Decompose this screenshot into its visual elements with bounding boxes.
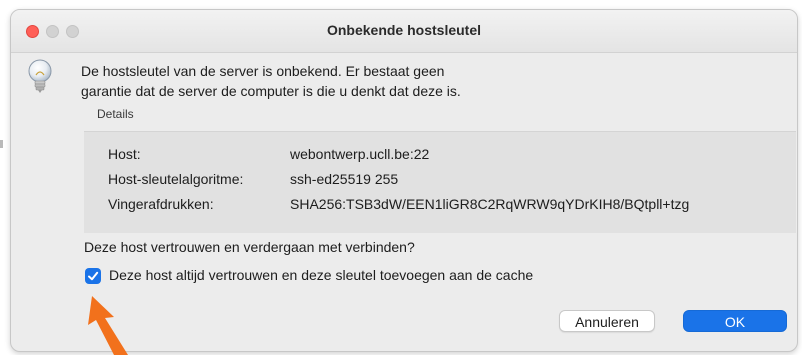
detail-value-host: webontwerp.ucll.be:22 — [290, 146, 430, 162]
screen: Onbekende hostsleutel De hostsleutel van… — [0, 0, 802, 355]
detail-key-algorithm: Host-sleutelalgoritme: — [108, 171, 244, 187]
title-bar[interactable]: Onbekende hostsleutel — [11, 10, 797, 53]
background-edge-mark — [0, 140, 3, 148]
detail-value-algorithm: ssh-ed25519 255 — [290, 171, 399, 187]
dialog-title: Onbekende hostsleutel — [326, 22, 482, 38]
message-line-2: garantie dat de server de computer is di… — [81, 83, 461, 99]
detail-key-fingerprint: Vingerafdrukken: — [108, 196, 214, 212]
ok-button[interactable]: OK — [683, 310, 787, 332]
message-line-1: De hostsleutel van de server is onbekend… — [81, 63, 445, 79]
details-box: Host: webontwerp.ucll.be:22 Host-sleutel… — [84, 131, 796, 233]
details-label: Details — [97, 107, 134, 121]
cancel-button[interactable]: Annuleren — [559, 310, 655, 332]
trust-question: Deze host vertrouwen en verdergaan met v… — [84, 239, 415, 255]
detail-key-host: Host: — [108, 146, 141, 162]
trust-checkbox[interactable] — [85, 268, 101, 284]
detail-value-fingerprint: SHA256:TSB3dW/EEN1liGR8C2RqWRW9qYDrKIH8/… — [290, 196, 690, 212]
dialog-message: De hostsleutel van de server is onbekend… — [81, 61, 461, 101]
lightbulb-icon — [25, 57, 55, 97]
orange-arrow-icon — [80, 296, 150, 355]
trust-checkbox-label[interactable]: Deze host altijd vertrouwen en deze sleu… — [109, 267, 533, 283]
checkmark-icon — [88, 271, 99, 281]
